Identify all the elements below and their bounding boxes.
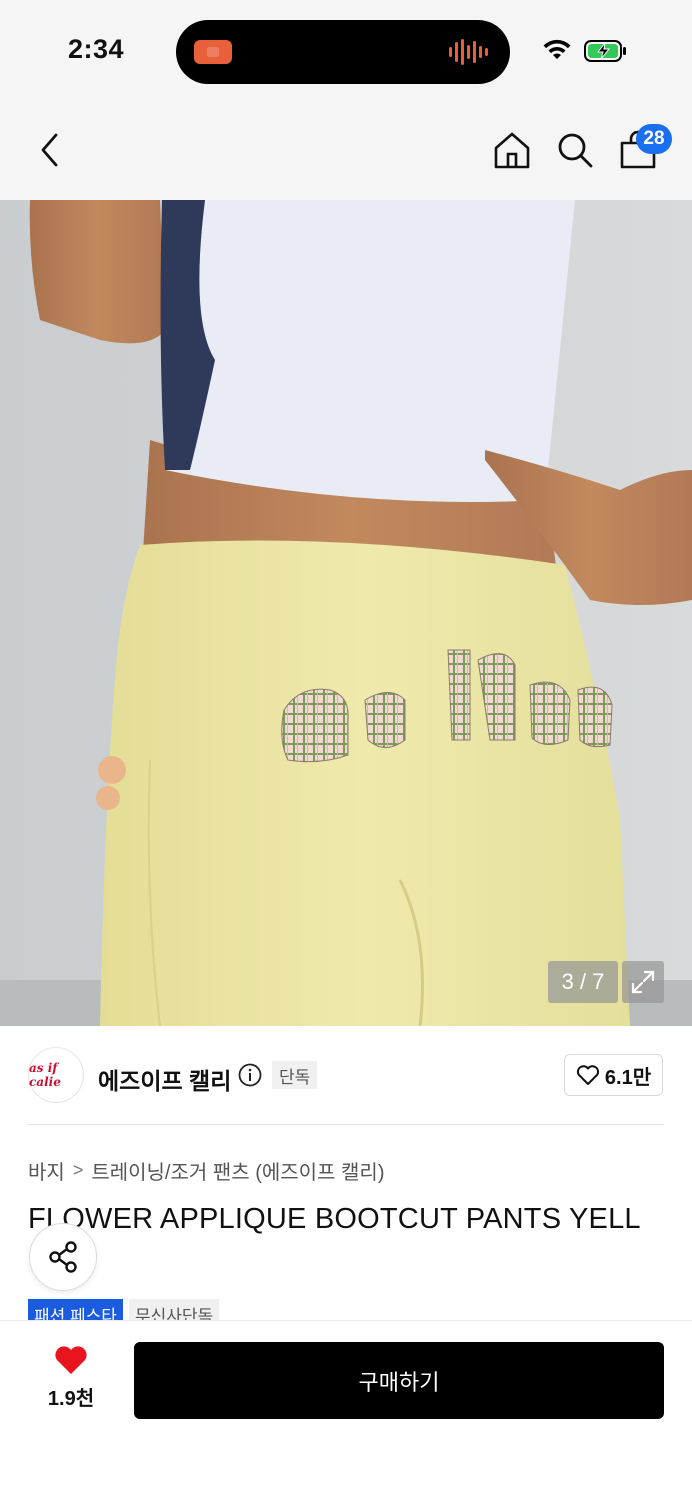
share-button[interactable]: [29, 1223, 97, 1291]
breadcrumb-separator: >: [72, 1160, 84, 1180]
product-image[interactable]: [0, 200, 692, 1026]
breadcrumb-category[interactable]: 바지: [28, 1156, 65, 1185]
tag-musinsa-exclusive: 무신사단독: [128, 1299, 220, 1321]
image-counter: 3 / 7: [548, 961, 618, 1003]
product-title: FLOWER APPLIQUE BOOTCUT PANTS YELL: [28, 1203, 641, 1235]
back-button[interactable]: [26, 126, 74, 174]
search-icon: [558, 133, 593, 168]
recording-icon: [194, 40, 232, 64]
expand-image-button[interactable]: [622, 961, 664, 1003]
wishlist-count: 1.9천: [47, 1388, 95, 1410]
status-bar: 2:34: [0, 0, 692, 100]
chevron-left-icon: [41, 133, 58, 167]
exclusive-badge: 단독: [272, 1061, 318, 1089]
product-photo-illustration: [0, 200, 692, 1026]
breadcrumb-subcategory[interactable]: 트레이닝/조거 팬츠 (에즈이프 캘리): [91, 1156, 384, 1185]
product-tags: 패션 페스타 무신사단독: [28, 1299, 220, 1321]
brand-like-button[interactable]: 6.1만: [564, 1054, 663, 1096]
breadcrumb: 바지 > 트레이닝/조거 팬츠 (에즈이프 캘리): [28, 1156, 384, 1185]
tag-fashion-festa: 패션 페스타: [28, 1299, 123, 1321]
audio-waveform-icon: [449, 38, 488, 66]
divider: [28, 1124, 664, 1125]
wishlist-button[interactable]: 1.9천: [36, 1344, 106, 1414]
wifi-icon: [543, 39, 571, 59]
status-time: 2:34: [68, 34, 125, 64]
battery-charging-icon: [584, 40, 626, 62]
dynamic-island: [176, 20, 510, 84]
share-icon: [49, 1241, 77, 1273]
buy-button[interactable]: 구매하기: [134, 1342, 664, 1419]
home-icon: [494, 132, 530, 169]
heart-filled-icon: [55, 1346, 87, 1374]
home-button[interactable]: [488, 126, 536, 174]
top-navigation: [0, 100, 692, 200]
brand-name[interactable]: 에즈이프 캘리: [98, 1062, 231, 1096]
heart-outline-icon: [576, 1065, 599, 1085]
brand-logo[interactable]: as if calie: [28, 1047, 84, 1103]
info-icon[interactable]: [238, 1063, 262, 1087]
search-button[interactable]: [551, 126, 599, 174]
brand-logo-text: as if calie: [29, 1061, 61, 1089]
brand-like-count: 6.1만: [604, 1066, 652, 1089]
expand-icon: [631, 970, 655, 994]
cart-count-badge: 28: [636, 124, 672, 154]
